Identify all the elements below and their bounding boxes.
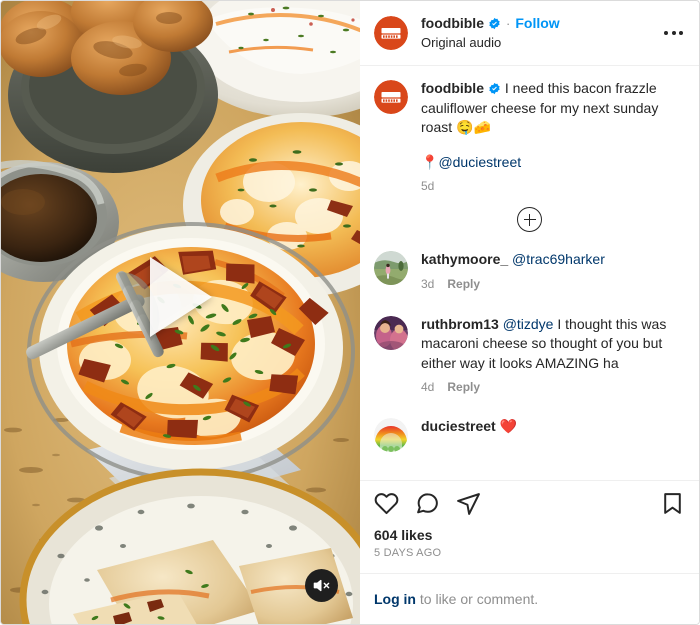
login-prompt-text: to like or comment. — [416, 591, 539, 607]
load-more-comments-row — [374, 193, 685, 250]
like-count[interactable]: 604 likes — [360, 524, 699, 544]
list-item: duciestreet ❤️ — [374, 417, 685, 452]
post-header: foodbible · Follow Original audio — [360, 1, 699, 66]
comment-spacer — [374, 294, 685, 315]
verified-badge-icon — [488, 81, 501, 95]
comment-mention-link[interactable]: @tizdye — [503, 316, 554, 332]
reply-button[interactable]: Reply — [447, 277, 480, 291]
action-icon-row — [360, 481, 699, 524]
comment-bubble-icon[interactable] — [415, 491, 440, 516]
comment-mention-link[interactable]: @trac69harker — [512, 251, 605, 267]
caption-text-row: foodbible I need this bacon frazzle caul… — [421, 79, 685, 138]
verified-badge-icon — [488, 17, 501, 30]
login-prompt: Log in to like or comment. — [360, 573, 699, 624]
caption-entry: foodbible I need this bacon frazzle caul… — [374, 79, 685, 193]
caption-username[interactable]: foodbible — [421, 80, 484, 96]
comment-spacer — [374, 397, 685, 417]
comment-body: duciestreet ❤️ — [421, 417, 685, 452]
comments-scroll-area[interactable]: foodbible I need this bacon frazzle caul… — [360, 66, 699, 480]
header-username-row: foodbible · Follow — [421, 15, 662, 32]
log-in-link[interactable]: Log in — [374, 591, 416, 607]
audio-subtitle[interactable]: Original audio — [421, 34, 662, 51]
share-paper-plane-icon[interactable] — [456, 491, 481, 516]
comment-username[interactable]: ruthbrom13 — [421, 316, 499, 332]
header-username[interactable]: foodbible — [421, 15, 484, 32]
list-item: kathymoore_ @trac69harker 3d Reply — [374, 250, 685, 291]
heart-icon[interactable] — [374, 491, 399, 516]
more-options-icon[interactable] — [662, 25, 685, 41]
bookmark-icon[interactable] — [660, 491, 685, 516]
kathymoore-avatar[interactable] — [374, 251, 408, 285]
muted-speaker-icon[interactable] — [305, 569, 338, 602]
comment-text-row: ruthbrom13 @tizdye I thought this was ma… — [421, 315, 685, 374]
comment-body: kathymoore_ @trac69harker 3d Reply — [421, 250, 685, 291]
comment-meta: 4d Reply — [421, 380, 685, 394]
comment-body: ruthbrom13 @tizdye I thought this was ma… — [421, 315, 685, 395]
post-actions: 604 likes 5 DAYS AGO — [360, 480, 699, 573]
comment-username[interactable]: duciestreet — [421, 418, 496, 434]
location-pin-icon: 📍 — [421, 153, 439, 170]
primary-actions — [374, 491, 481, 516]
header-text: foodbible · Follow Original audio — [421, 15, 662, 51]
comment-text: ❤️ — [495, 418, 518, 434]
caption-location-row: 📍@duciestreet — [421, 153, 685, 173]
list-item: ruthbrom13 @tizdye I thought this was ma… — [374, 315, 685, 395]
comment-text-row: duciestreet ❤️ — [421, 417, 685, 437]
caption-body: foodbible I need this bacon frazzle caul… — [421, 79, 685, 193]
ruthbrom13-avatar[interactable] — [374, 315, 408, 350]
avatar[interactable] — [374, 16, 408, 50]
caption-avatar[interactable] — [374, 80, 408, 114]
comment-time: 4d — [421, 380, 435, 394]
comment-text-row: kathymoore_ @trac69harker — [421, 250, 685, 270]
caption-time: 5d — [421, 179, 435, 193]
follow-button[interactable]: Follow — [515, 15, 559, 32]
header-separator: · — [506, 16, 511, 31]
comment-time: 3d — [421, 276, 435, 291]
comment-username[interactable]: kathymoore_ — [421, 251, 508, 267]
post-timestamp: 5 DAYS AGO — [374, 547, 442, 559]
post-media[interactable] — [1, 1, 360, 624]
plus-circle-icon[interactable] — [517, 207, 542, 232]
duciestreet-avatar[interactable] — [374, 418, 408, 452]
food-photo — [1, 1, 360, 624]
instagram-post-card: foodbible · Follow Original audio foodbi… — [0, 0, 700, 625]
comment-meta: 3d Reply — [421, 277, 685, 291]
post-sidebar: foodbible · Follow Original audio foodbi… — [360, 1, 699, 624]
reply-button[interactable]: Reply — [447, 380, 480, 394]
location-mention-link[interactable]: @duciestreet — [438, 154, 521, 170]
